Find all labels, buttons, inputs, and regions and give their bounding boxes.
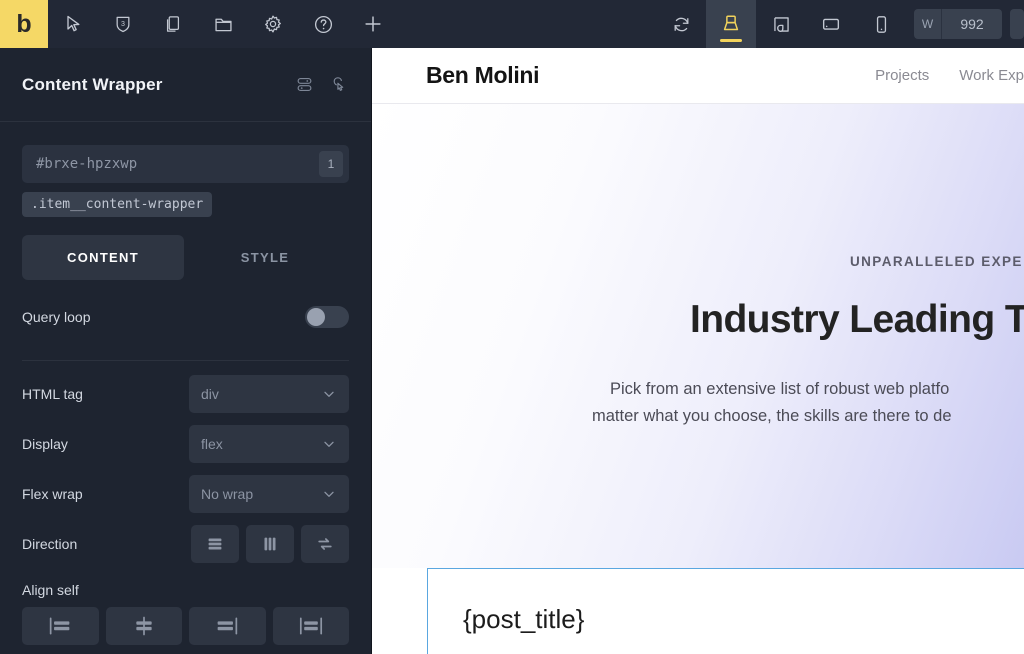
chevron-down-icon [321,486,337,502]
pages-icon[interactable] [148,0,198,48]
hero-paragraph-line-1: Pick from an extensive list of robust we… [610,379,950,398]
tab-style[interactable]: STYLE [184,235,346,280]
hero-inner: UNPARALLELED EXPE Industry Leading Te Pi… [372,254,1024,429]
width-label: W [914,9,942,39]
html-tag-row: HTML tag div [22,369,349,419]
panel-header-actions [295,75,349,94]
hero-paragraph-line-2: matter what you choose, the skills are t… [592,406,952,425]
direction-segmented [191,525,349,563]
flex-wrap-label: Flex wrap [22,486,83,502]
align-self-end-icon[interactable] [189,607,266,645]
hero-eyebrow: UNPARALLELED EXPE [850,254,1023,269]
post-title-token: {post_title} [463,603,585,634]
display-row: Display flex [22,419,349,469]
viewport-width-field[interactable]: W 992 [914,9,1002,39]
direction-control [191,525,349,563]
svg-text:3: 3 [121,20,125,28]
element-id-value: #brxe-hpzxwp [36,156,138,172]
top-toolbar: b 3 W 992 [0,0,1024,48]
css-class-chip[interactable]: .item__content-wrapper [22,192,213,217]
css-shield-icon[interactable]: 3 [98,0,148,48]
flex-wrap-row: Flex wrap No wrap [22,469,349,519]
help-circle-icon[interactable] [298,0,348,48]
align-self-stretch-icon[interactable] [272,607,349,645]
flex-wrap-value: No wrap [201,486,254,502]
chevron-down-icon [321,436,337,452]
nav-link-projects[interactable]: Projects [875,67,929,84]
direction-column-icon[interactable] [246,525,294,563]
tab-content[interactable]: CONTENT [22,235,184,280]
direction-row: Direction [22,519,349,569]
display-label: Display [22,436,68,452]
html-tag-value: div [201,386,219,402]
toggle-knob [307,308,325,326]
tablet-icon[interactable] [806,0,856,48]
flex-wrap-control: No wrap [189,475,349,513]
element-id-input[interactable]: #brxe-hpzxwp 1 [22,145,349,183]
hero-section: UNPARALLELED EXPE Industry Leading Te Pi… [372,104,1024,568]
css-class-row: .item__content-wrapper [22,192,349,217]
hero-heading: Industry Leading Te [690,298,1024,341]
panel-body: #brxe-hpzxwp 1 .item__content-wrapper CO… [0,145,371,645]
direction-row-icon[interactable] [191,525,239,563]
direction-reverse-icon[interactable] [301,525,349,563]
height-label [1010,9,1024,39]
query-loop-label: Query loop [22,309,91,325]
align-self-center-icon[interactable] [105,607,182,645]
site-nav: Projects Work Exp [875,67,1024,84]
html-tag-control: div [189,375,349,413]
element-settings-icon[interactable] [295,75,314,94]
plus-icon[interactable] [348,0,398,48]
pointer-interactions-icon[interactable] [330,75,349,94]
page-title: Content Wrapper [22,74,163,94]
flex-wrap-select[interactable]: No wrap [189,475,349,513]
section-divider [22,360,349,361]
element-id-row: #brxe-hpzxwp 1 [22,145,349,183]
gear-icon[interactable] [248,0,298,48]
width-value[interactable]: 992 [942,9,1002,39]
align-self-row: Align self [22,569,349,605]
viewport-height-field[interactable] [1010,9,1024,39]
tablet-landscape-icon[interactable] [756,0,806,48]
site-title[interactable]: Ben Molini [426,62,540,89]
query-loop-toggle[interactable] [305,306,349,328]
nav-link-work-experience[interactable]: Work Exp [959,67,1024,84]
html-tag-label: HTML tag [22,386,83,402]
display-select[interactable]: flex [189,425,349,463]
refresh-icon[interactable] [656,0,706,48]
desktop-icon[interactable] [706,0,756,48]
align-self-start-icon[interactable] [22,607,99,645]
element-id-count-badge[interactable]: 1 [319,151,343,177]
folder-icon[interactable] [198,0,248,48]
align-self-segmented [22,607,349,645]
cursor-select-icon[interactable] [48,0,98,48]
preview-canvas[interactable]: Ben Molini Projects Work Exp UNPARALLELE… [372,48,1024,654]
mobile-icon[interactable] [856,0,906,48]
query-loop-row: Query loop [22,292,349,342]
chevron-down-icon [321,386,337,402]
query-loop-control [305,306,349,328]
direction-label: Direction [22,536,78,552]
element-settings-panel: Content Wrapper #brxe-hpzxwp 1 .item__co… [0,48,372,654]
bricks-builder-app: b 3 W 992 Content Wrapper #brxe-hpzxwp 1… [0,0,1024,654]
display-value: flex [201,436,223,452]
html-tag-select[interactable]: div [189,375,349,413]
site-header: Ben Molini Projects Work Exp [372,48,1024,104]
align-self-label: Align self [22,582,79,598]
post-title-element[interactable]: {post_title} [427,568,1024,654]
panel-header: Content Wrapper [0,48,371,122]
display-control: flex [189,425,349,463]
bricks-logo[interactable]: b [0,0,48,48]
panel-tabs: CONTENT STYLE [22,235,349,280]
